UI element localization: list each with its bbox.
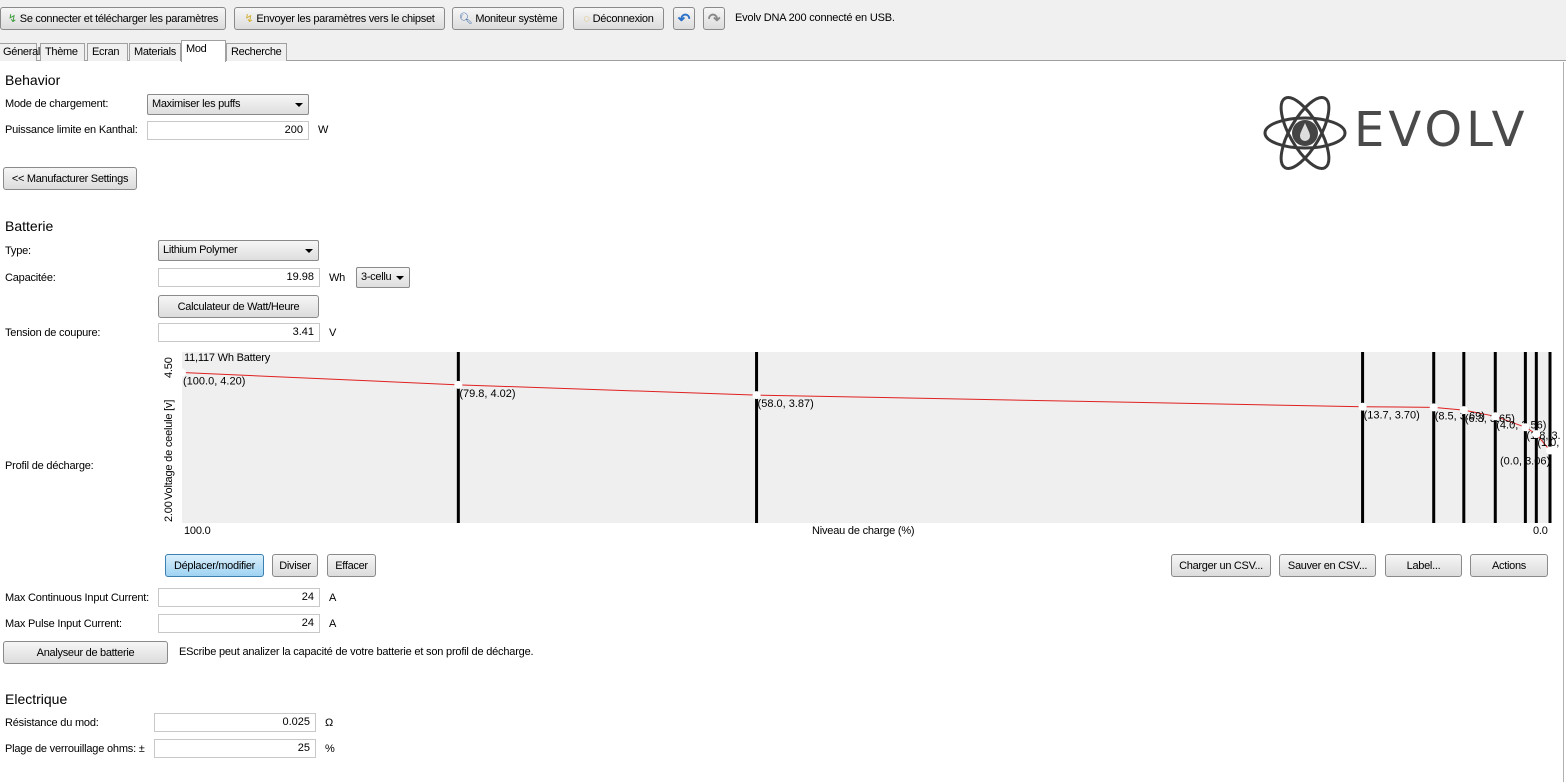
battery-heading: Batterie [5,218,54,234]
tab-bar: Géneral Thème Ecran Materials Mod Recher… [0,40,1566,62]
capacity-label: Capacitée: [5,272,56,284]
watt-hour-calculator-button[interactable]: Calculateur de Watt/Heure [158,295,319,318]
lock-range-label: Plage de verrouillage ohms: ± [5,743,145,755]
y-tick-min: 2.00 [163,501,175,522]
send-settings-button[interactable]: ↯ Envoyer les paramètres vers le chipset [234,7,445,30]
data-point-label[interactable]: (58.0, 3.87) [758,398,814,410]
max-pulse-unit: A [329,618,337,630]
clear-button[interactable]: Effacer [327,554,376,577]
magnifier-icon: 🔍︎ [458,13,473,25]
battery-type-value: Lithium Polymer [163,244,238,256]
cutoff-unit: V [329,327,337,339]
chevron-down-icon [295,103,303,107]
chevron-down-icon [396,276,404,280]
disconnect-button[interactable]: ◌ Déconnexion [573,7,664,30]
redo-icon: ↷ [707,10,721,28]
tab-general[interactable]: Géneral [0,43,40,61]
max-continuous-label: Max Continuous Input Current: [5,592,149,604]
power-unit: W [318,124,329,136]
capacity-unit: Wh [329,272,346,284]
capacity-input[interactable]: 19.98 [158,268,320,287]
tab-recherche[interactable]: Recherche [226,43,287,61]
upload-icon: ↯ [244,13,254,25]
y-axis-label: Voltage de ceelule [v] [163,399,175,500]
chart-title: 11,117 Wh Battery [184,352,271,364]
atom-logo-icon [1263,96,1347,170]
y-tick-max: 4.50 [163,357,175,378]
system-monitor-button[interactable]: 🔍︎ Moniteur système [452,7,564,30]
manufacturer-settings-button[interactable]: << Manufacturer Settings [3,167,137,190]
data-point-label[interactable]: (0.0, 3.06) [1500,455,1550,467]
tab-theme[interactable]: Thème [40,43,85,61]
data-point[interactable] [1546,446,1554,455]
disconnect-icon: ◌ [583,12,590,25]
undo-icon: ↶ [677,10,691,28]
tab-materials[interactable]: Materials [129,43,181,61]
load-csv-button[interactable]: Charger un CSV... [1171,554,1271,577]
chevron-down-icon [305,249,313,253]
redo-button[interactable]: ↷ [703,7,725,30]
move-edit-button[interactable]: Déplacer/modifier [165,554,264,577]
save-csv-button[interactable]: Sauver en CSV... [1279,554,1376,577]
evolv-logo: EVOLV [1262,90,1552,176]
charge-mode-value: Maximiser les puffs [152,98,241,110]
electrique-heading: Electrique [5,691,68,707]
cutoff-voltage-input[interactable]: 3.41 [158,323,320,342]
x-tick-min: 0.0 [1533,525,1548,537]
mode-label: Mode de chargement: [5,98,109,110]
max-continuous-input[interactable]: 24 [158,588,320,607]
undo-button[interactable]: ↶ [673,7,695,30]
data-point-label[interactable]: (13.7, 3.70) [1364,410,1420,422]
profile-label: Profil de décharge: [5,460,94,472]
actions-button[interactable]: Actions [1470,554,1548,577]
resistance-input[interactable]: 0.025 [154,713,316,732]
tab-mod[interactable]: Mod [181,40,226,62]
cells-value: 3-cellu [361,271,392,283]
analyzer-description: EScribe peut analizer la capacité de vot… [179,646,534,658]
behavior-heading: Behavior [5,72,61,88]
lock-range-unit: % [325,743,335,755]
power-label: Puissance limite en Kanthal: [5,124,138,136]
download-icon: ↯ [7,13,17,25]
plot-area [182,352,1550,523]
max-continuous-unit: A [329,592,337,604]
discharge-chart[interactable]: (100.0, 4.20) (79.8, 4.02) (58.0, 3.87) (13… [160,350,1560,540]
x-axis-label: Niveau de charge (%) [812,525,915,537]
type-label: Type: [5,245,31,257]
lock-range-input[interactable]: 25 [154,739,316,758]
discharge-chart-svg[interactable]: (100.0, 4.20) (79.8, 4.02) (58.0, 3.87) (13… [160,350,1560,540]
data-point-label[interactable]: (79.8, 4.02) [459,388,515,400]
scrollbar-edge [1563,62,1564,782]
max-pulse-label: Max Pulse Input Current: [5,618,122,630]
connection-status: Evolv DNA 200 connecté en USB. [735,12,895,24]
toolbar: ↯ Se connecter et télécharger les paramèt… [0,0,1566,40]
resistance-unit: Ω [325,717,334,729]
battery-type-select[interactable]: Lithium Polymer [158,240,319,261]
x-tick-max: 100.0 [184,525,211,537]
split-button[interactable]: Diviser [272,554,318,577]
battery-analyzer-button[interactable]: Analyseur de batterie [3,641,168,664]
data-point-label[interactable]: (100.0, 4.20) [183,376,245,388]
charge-mode-select[interactable]: Maximiser les puffs [147,94,309,115]
logo-text: EVOLV [1354,102,1529,158]
max-pulse-input[interactable]: 24 [158,614,320,633]
connect-download-button[interactable]: ↯ Se connecter et télécharger les paramèt… [0,7,226,30]
power-limit-input[interactable]: 200 [147,121,309,140]
resistance-label: Résistance du mod: [5,717,99,729]
cutoff-label: Tension de coupure: [5,327,101,339]
label-button[interactable]: Label... [1385,554,1462,577]
tab-ecran[interactable]: Ecran [87,43,128,61]
cells-select[interactable]: 3-cellu [356,267,410,288]
